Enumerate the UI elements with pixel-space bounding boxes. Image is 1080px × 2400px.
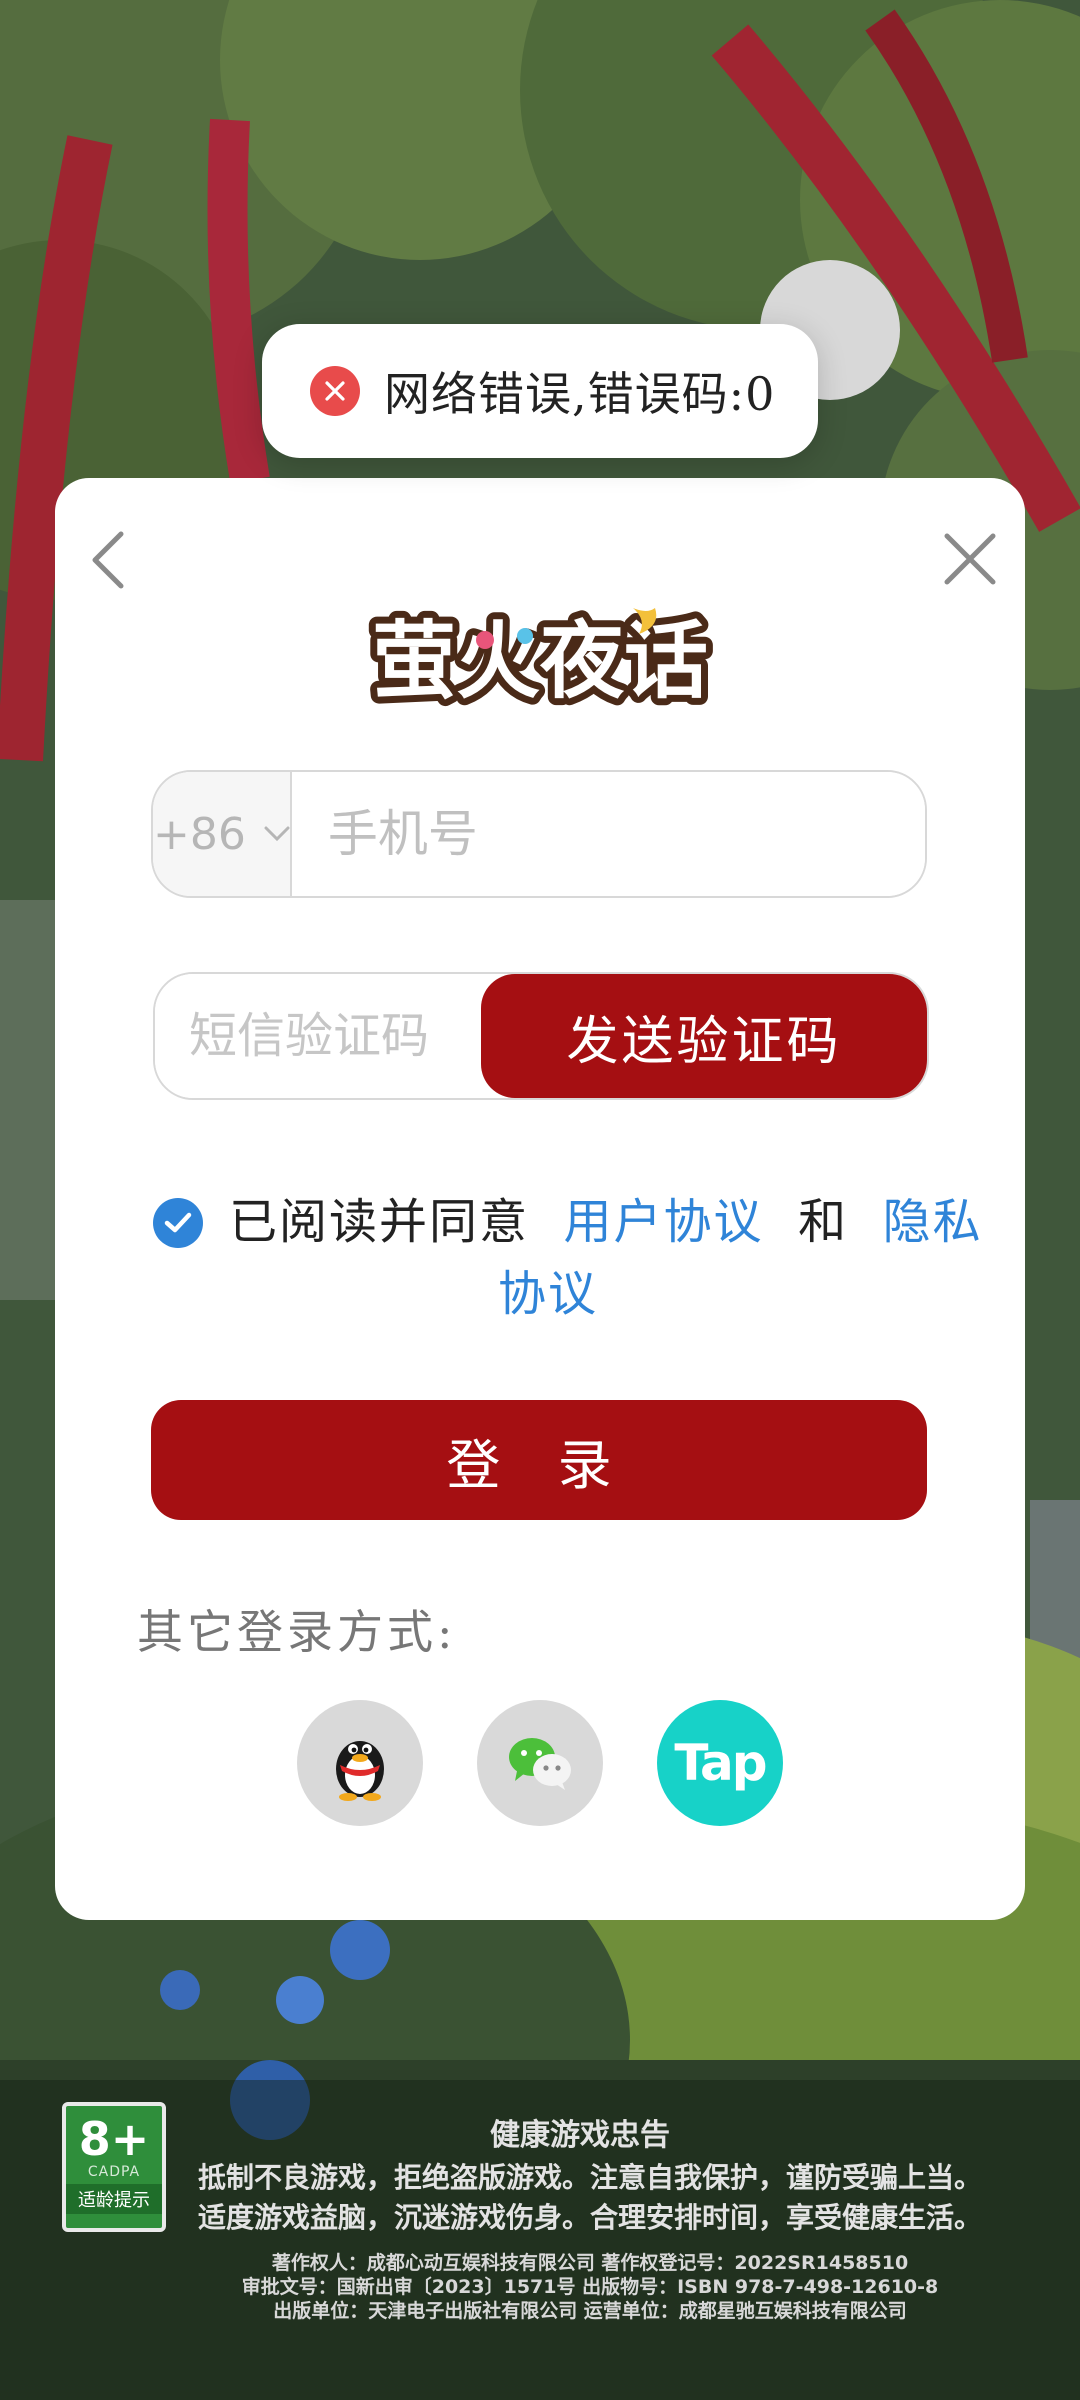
privacy-link-part2[interactable]: 协议 (498, 1266, 598, 1322)
taptap-logo-text: Tap (674, 1734, 767, 1792)
agree-checkbox[interactable] (153, 1198, 203, 1248)
close-icon (944, 533, 996, 585)
copyright-line1: 著作权人：成都心动互娱科技有限公司 著作权登记号：2022SR1458510 (271, 2252, 909, 2274)
close-button[interactable] (939, 528, 1001, 590)
agreement-prefix: 已阅读并同意 (229, 1194, 530, 1250)
health-advice-line2: 适度游戏益脑，沉迷游戏伤身。合理安排时间，享受健康生活。 (197, 2201, 982, 2234)
qq-login-button[interactable] (297, 1700, 423, 1826)
send-code-button[interactable]: 发送验证码 (481, 974, 927, 1098)
country-code: +86 (153, 808, 246, 860)
privacy-link-part1[interactable]: 隐私 (883, 1194, 983, 1250)
wechat-icon (509, 1738, 571, 1790)
agreement-and: 和 (798, 1194, 849, 1250)
chevron-left-icon (92, 531, 124, 589)
check-icon (164, 1212, 192, 1233)
copyright-line3: 出版单位：天津电子出版社有限公司 运营单位：成都星驰互娱科技有限公司 (273, 2300, 907, 2322)
user-agreement-link[interactable]: 用户协议 (564, 1194, 764, 1250)
other-login-label: 其它登录方式: (137, 1605, 457, 1659)
taptap-login-button[interactable]: Tap (657, 1700, 783, 1826)
country-code-selector[interactable]: +86 (153, 772, 292, 896)
login-button[interactable]: 登 录 (151, 1400, 927, 1520)
back-button[interactable] (79, 522, 139, 598)
sms-code-input[interactable] (155, 974, 481, 1098)
phone-input[interactable] (291, 772, 925, 896)
wechat-login-button[interactable] (477, 1700, 603, 1826)
health-advice-title: 健康游戏忠告 (490, 2118, 670, 2153)
chevron-down-icon (264, 826, 290, 842)
qq-penguin-icon (336, 1741, 384, 1801)
sms-code-field: 发送验证码 (153, 972, 929, 1100)
health-advice-line1: 抵制不良游戏，拒绝盗版游戏。注意自我保护，谨防受骗上当。 (197, 2161, 982, 2194)
phone-field: +86 (151, 770, 927, 898)
login-dialog: 萤火夜话 萤火夜话 +86 发送验证码 已阅读并同意 用户协议 和 (55, 478, 1025, 1920)
agreement-text-line2: 协议 (153, 1252, 943, 1336)
svg-text:萤火夜话: 萤火夜话 (372, 612, 708, 710)
toast-message: 网络错误,错误码:0 (384, 367, 776, 421)
error-toast: 网络错误,错误码:0 (262, 324, 818, 458)
game-logo: 萤火夜话 萤火夜话 (365, 590, 715, 730)
close-icon (310, 366, 360, 416)
copyright-line2: 审批文号：国新出审〔2023〕1571号 出版物号：ISBN 978-7-498… (241, 2276, 939, 2298)
